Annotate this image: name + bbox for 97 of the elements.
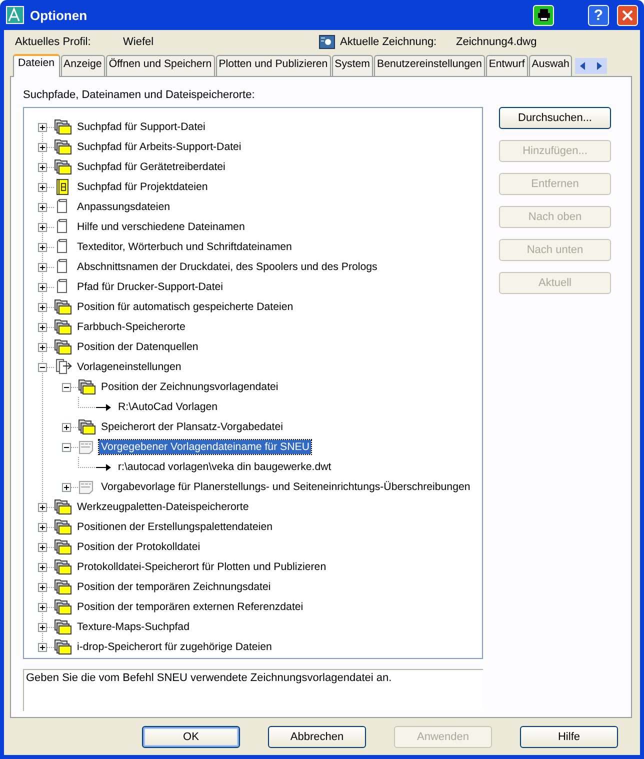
tree-label: Suchpfade, Dateinamen und Dateispeicherorte: [23,89,256,103]
printer-icon [536,9,550,21]
folders-icon [54,639,72,655]
tree-item[interactable]: R:\AutoCad Vorlagen [116,400,220,414]
expand-icon[interactable] [38,162,47,172]
dialog-button[interactable]: Hilfe [520,726,618,748]
tree-item[interactable]: Positionen der Erstellungspalettendateien [75,520,275,534]
expand-icon[interactable] [62,422,71,432]
expand-icon[interactable] [38,542,47,552]
help-button[interactable]: ? [588,4,609,26]
tree-item[interactable]: Suchpfad für Support-Datei [75,120,208,134]
expand-icon[interactable] [38,642,47,652]
close-icon [622,10,633,20]
folders-icon [54,539,72,555]
tree-item[interactable]: Position der temporären externen Referenzdatei [75,600,306,614]
folders-icon [54,159,72,175]
drawing-icon [319,35,335,49]
collapse-icon[interactable] [62,382,71,392]
folders-icon [54,499,72,515]
folders-icon [54,139,72,155]
expand-icon[interactable] [38,222,47,232]
tree-item[interactable]: Position der Datenquellen [75,340,200,354]
folders-icon [78,419,96,435]
folders-icon [54,559,72,575]
expand-icon[interactable] [38,582,47,592]
tab[interactable]: System [332,55,373,76]
expand-icon[interactable] [38,622,47,632]
app-icon [6,6,24,24]
tab[interactable]: Auswah [528,55,572,76]
expand-icon[interactable] [38,322,47,332]
folders-icon [78,379,96,395]
description-text: Geben Sie die vom Befehl SNEU verwendete Zeichnungsvorlagendatei an. [23,669,483,711]
tab[interactable]: Öffnen und Speichern [106,55,215,76]
tree-item[interactable]: Suchpfad für Gerätetreiberdatei [75,160,228,174]
dialog-button[interactable]: Abbrechen [268,726,366,748]
folders-icon [54,519,72,535]
expand-icon[interactable] [38,522,47,532]
tree-item[interactable]: Pfad für Drucker-Support-Datei [75,280,226,294]
tree-item[interactable]: Suchpfad für Arbeits-Support-Datei [75,140,244,154]
expand-icon[interactable] [38,262,47,272]
expand-icon[interactable] [38,242,47,252]
folders-icon [54,619,72,635]
tree-item[interactable]: Protokolldatei-Speicherort für Plotten und Publizieren [75,560,328,574]
expand-icon[interactable] [38,302,47,312]
expand-icon[interactable] [38,502,47,512]
tree-item[interactable]: Position für automatisch gespeicherte Dateien [75,300,296,314]
printer-button[interactable] [533,4,554,26]
drawing-value: Zeichnung4.dwg [456,36,538,48]
folders-icon [54,599,72,615]
drawing-label: Aktuelle Zeichnung: [340,36,438,48]
tab[interactable]: Dateien [13,54,60,77]
tree-item[interactable]: r:\autocad vorlagen\veka din baugewerke.dwt [116,460,334,474]
tree-item[interactable]: Speicherort der Plansatz-Vorgabedatei [99,420,285,434]
tree-item[interactable]: Farbbuch-Speicherorte [75,320,188,334]
tree-item[interactable]: Suchpfad für Projektdateien [75,180,210,194]
folders-icon [54,119,72,135]
expand-icon[interactable] [38,122,47,132]
tab[interactable]: Benutzereinstellungen [374,55,485,76]
tree-item[interactable]: Position der Zeichnungsvorlagendatei [99,380,280,394]
folders-icon [54,319,72,335]
tree-item[interactable]: i-drop-Speicherort für zugehörige Dateien [75,640,274,654]
tree-item[interactable]: Abschnittsnamen der Druckdatei, des Spoolers und des Prologs [75,260,380,274]
tree-item[interactable]: Vorgegebener Vorlagendateiname für SNEU [99,440,312,454]
tree-item[interactable]: Anpassungsdateien [75,200,172,214]
tree-item[interactable]: Texteditor, Wörterbuch und Schriftdateinamen [75,240,294,254]
tree-item[interactable]: Texture-Maps-Suchpfad [75,620,192,634]
tree-item[interactable]: Werkzeugpaletten-Dateispeicherorte [75,500,251,514]
expand-icon[interactable] [38,202,47,212]
expand-icon[interactable] [38,282,47,292]
tab[interactable]: Entwurf [486,55,528,76]
tree-item[interactable]: Hilfe und verschiedene Dateinamen [75,220,247,234]
expand-icon[interactable] [38,602,47,612]
tree-item[interactable]: Position der temporären Zeichnungsdatei [75,580,273,594]
files-icon [54,359,72,375]
profile-label: Aktuelles Profil: [15,36,92,48]
expand-icon[interactable] [62,482,71,492]
tree-item[interactable]: Vorgabevorlage für Planerstellungs- und Seiteneinrichtungs-Überschreibungen [99,480,472,494]
tree-item[interactable]: Position der Protokolldatei [75,540,202,554]
folders-icon [54,339,72,355]
tree-item[interactable]: Vorlageneinstellungen [75,360,184,374]
tab[interactable]: Plotten und Publizieren [216,55,331,76]
close-button[interactable] [617,4,638,26]
profile-value: Wiefel [123,36,155,48]
side-button[interactable]: Durchsuchen... [499,107,611,129]
scroll-right-icon[interactable] [591,58,608,74]
expand-icon[interactable] [38,562,47,572]
collapse-icon[interactable] [38,362,47,372]
expand-icon[interactable] [38,342,47,352]
collapse-icon[interactable] [62,442,71,452]
folders-icon [54,299,72,315]
expand-icon[interactable] [38,182,47,192]
folders-icon [54,579,72,595]
expand-icon[interactable] [38,142,47,152]
tab[interactable]: Anzeige [60,55,105,76]
scroll-left-icon[interactable] [575,58,592,74]
window-title: Optionen [30,8,88,22]
dialog-button[interactable]: OK [142,726,240,748]
